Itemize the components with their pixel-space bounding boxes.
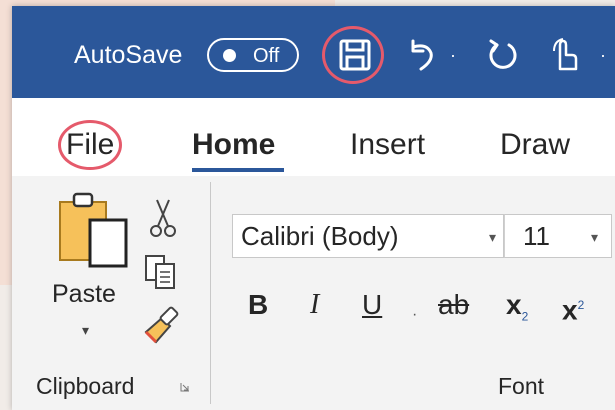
format-painter-icon bbox=[144, 306, 179, 344]
font-name-combo[interactable]: Calibri (Body) ▾ bbox=[232, 214, 504, 258]
strikethrough-button[interactable]: ab bbox=[438, 288, 469, 322]
tab-home[interactable]: Home bbox=[192, 128, 275, 162]
subscript-base: x bbox=[506, 289, 522, 320]
superscript-base: x bbox=[562, 294, 578, 326]
undo-icon bbox=[411, 39, 433, 71]
autosave-toggle[interactable]: Off bbox=[207, 38, 299, 72]
copy-icon bbox=[145, 255, 175, 289]
font-size-value: 11 bbox=[523, 221, 550, 251]
clipboard-group-label: Clipboard bbox=[36, 373, 135, 399]
italic-button[interactable]: I bbox=[310, 288, 319, 322]
font-group-label: Font bbox=[498, 373, 545, 399]
font-size-combo[interactable]: 11 ▾ bbox=[504, 214, 612, 258]
subscript-mark: 2 bbox=[521, 309, 529, 324]
tab-insert[interactable]: Insert bbox=[350, 128, 425, 162]
undo-button[interactable] bbox=[398, 32, 444, 78]
underline-button[interactable]: U bbox=[362, 288, 382, 322]
font-name-value: Calibri (Body) bbox=[241, 221, 399, 251]
group-divider bbox=[210, 182, 211, 404]
font-name-dropdown-arrow[interactable]: ▾ bbox=[489, 229, 496, 246]
redo-button[interactable] bbox=[480, 32, 526, 78]
touch-mode-button[interactable] bbox=[540, 32, 586, 78]
ribbon-tabs: File Home Insert Draw bbox=[12, 98, 615, 176]
tab-file[interactable]: File bbox=[66, 128, 114, 162]
subscript-button[interactable]: x2 bbox=[506, 288, 528, 334]
paste-button[interactable] bbox=[52, 190, 138, 272]
save-button[interactable] bbox=[322, 26, 386, 84]
autosave-label: AutoSave bbox=[74, 41, 183, 69]
underline-dropdown[interactable]: · bbox=[412, 298, 417, 332]
word-ribbon-window: AutoSave Off · · File Home Insert Draw P… bbox=[12, 6, 615, 410]
title-bar: AutoSave Off · · bbox=[12, 6, 615, 98]
copy-button[interactable] bbox=[142, 252, 180, 292]
save-highlight-ring bbox=[322, 26, 384, 84]
autosave-state: Off bbox=[253, 45, 280, 67]
paste-dropdown-arrow[interactable]: ▾ bbox=[82, 322, 89, 339]
ribbon-home: Paste ▾ Clipboard Calibri (Body) ▾ 11 ▾ … bbox=[12, 176, 615, 410]
toggle-knob bbox=[223, 49, 236, 62]
cut-icon bbox=[150, 199, 176, 237]
font-size-dropdown-arrow[interactable]: ▾ bbox=[591, 229, 598, 246]
cut-button[interactable] bbox=[148, 196, 178, 240]
bold-button[interactable]: B bbox=[248, 288, 268, 322]
format-painter-button[interactable] bbox=[140, 304, 180, 346]
superscript-mark: 2 bbox=[577, 298, 585, 312]
dialog-launcher-icon[interactable] bbox=[180, 382, 190, 392]
superscript-button[interactable]: x2 bbox=[562, 288, 584, 327]
paste-icon bbox=[59, 192, 128, 268]
undo-dropdown[interactable]: · bbox=[446, 32, 460, 78]
redo-icon bbox=[489, 39, 517, 69]
active-tab-indicator bbox=[192, 168, 284, 172]
paste-label: Paste bbox=[52, 280, 116, 308]
touch-mode-icon bbox=[553, 38, 578, 71]
tab-draw[interactable]: Draw bbox=[500, 128, 570, 162]
quick-access-dropdown[interactable]: · bbox=[596, 32, 610, 78]
